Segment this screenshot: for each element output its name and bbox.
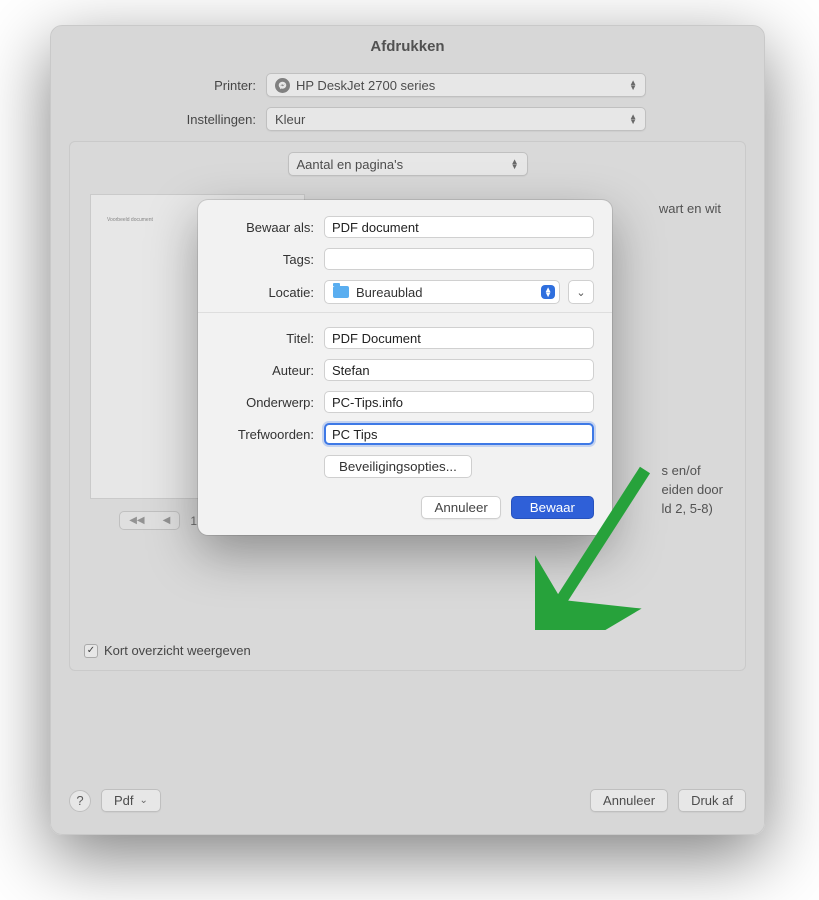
author-input[interactable] — [324, 359, 594, 381]
window-title: Afdrukken — [51, 26, 764, 65]
security-options-button[interactable]: Beveiligingsopties... — [324, 455, 472, 478]
hint-range: s en/of eiden door ld 2, 5-8) — [662, 462, 723, 519]
print-section-value: Aantal en pagina's — [297, 157, 404, 172]
cancel-button[interactable]: Annuleer — [590, 789, 668, 812]
subject-input[interactable] — [324, 391, 594, 413]
settings-label: Instellingen: — [51, 112, 266, 127]
keywords-input[interactable] — [324, 423, 594, 445]
settings-select[interactable]: Kleur ▲▼ — [266, 107, 646, 131]
sheet-cancel-button[interactable]: Annuleer — [421, 496, 500, 519]
title-input[interactable] — [324, 327, 594, 349]
chevron-down-icon: ⌄ — [140, 795, 148, 806]
expand-location-button[interactable]: ⌄ — [568, 280, 594, 304]
overview-checkbox-row[interactable]: ✓ Kort overzicht weergeven — [84, 643, 251, 658]
pdf-menu-button[interactable]: Pdf ⌄ — [101, 789, 161, 812]
keywords-label: Trefwoorden: — [216, 427, 324, 442]
printer-label: Printer: — [51, 78, 266, 93]
updown-icon: ▲▼ — [627, 114, 639, 124]
author-label: Auteur: — [216, 363, 324, 378]
title-label: Titel: — [216, 331, 324, 346]
prev-page-icon: ◀ — [154, 512, 180, 529]
printer-value: HP DeskJet 2700 series — [296, 78, 435, 93]
tags-input[interactable] — [324, 248, 594, 270]
chevron-down-icon: ⌄ — [576, 286, 585, 299]
help-button[interactable]: ? — [69, 790, 91, 812]
sheet-save-button[interactable]: Bewaar — [511, 496, 594, 519]
printer-select[interactable]: HP DeskJet 2700 series ▲▼ — [266, 73, 646, 97]
updown-icon: ▲▼ — [541, 285, 555, 299]
preview-prev-group[interactable]: ◀◀ ◀ — [119, 511, 180, 530]
updown-icon: ▲▼ — [627, 80, 639, 90]
location-select[interactable]: Bureaublad ▲▼ — [324, 280, 560, 304]
settings-value: Kleur — [275, 112, 305, 127]
save-as-input[interactable] — [324, 216, 594, 238]
tags-label: Tags: — [216, 252, 324, 267]
updown-icon: ▲▼ — [509, 159, 521, 169]
save-pdf-sheet: Bewaar als: Tags: Locatie: Bureaublad ▲▼… — [198, 200, 612, 535]
location-label: Locatie: — [216, 285, 324, 300]
location-value: Bureaublad — [356, 285, 541, 300]
save-as-label: Bewaar als: — [216, 220, 324, 235]
folder-icon — [333, 286, 349, 298]
subject-label: Onderwerp: — [216, 395, 324, 410]
hint-bw: wart en wit — [659, 200, 721, 219]
print-section-select[interactable]: Aantal en pagina's ▲▼ — [288, 152, 528, 176]
printer-status-icon — [275, 78, 290, 93]
first-page-icon: ◀◀ — [120, 512, 153, 529]
print-button[interactable]: Druk af — [678, 789, 746, 812]
overview-checkbox-label: Kort overzicht weergeven — [104, 643, 251, 658]
checkbox-checked-icon: ✓ — [84, 644, 98, 658]
